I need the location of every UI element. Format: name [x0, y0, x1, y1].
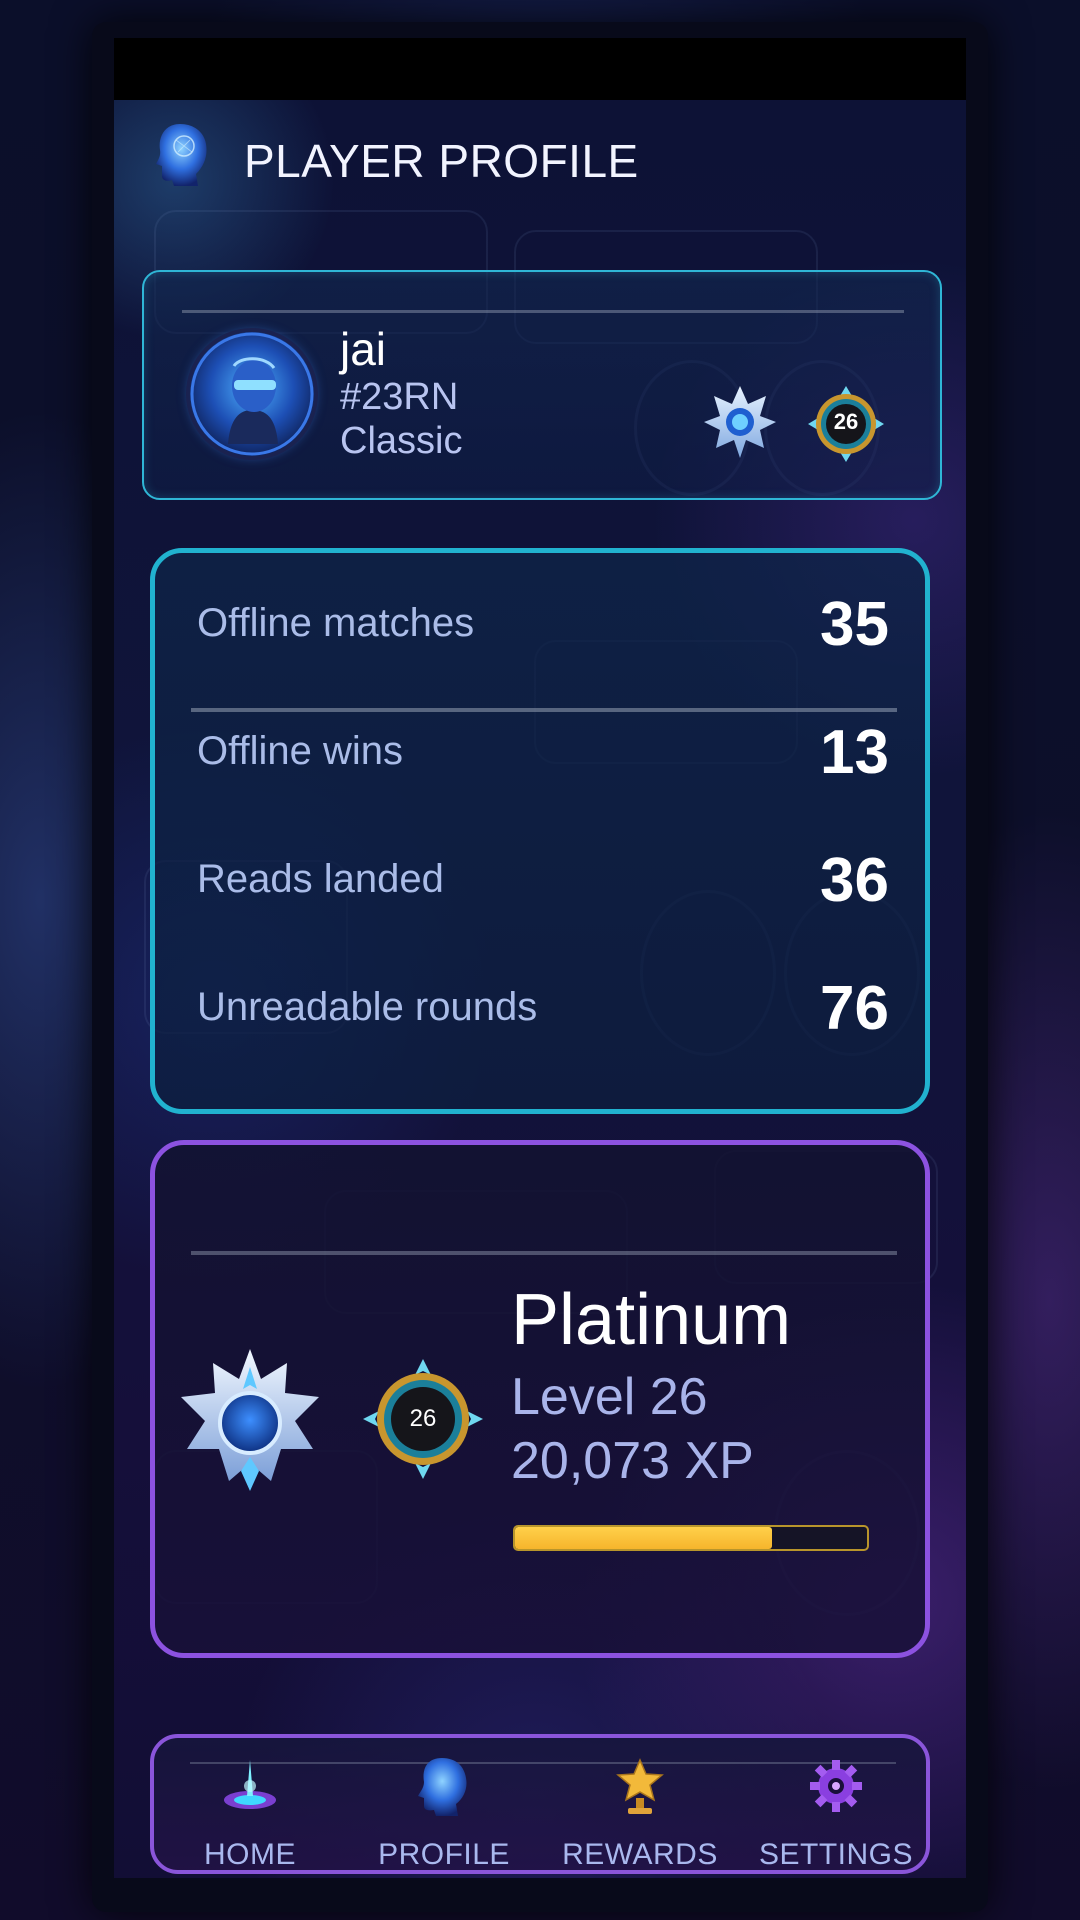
stat-row: Unreadable rounds 76 — [197, 967, 889, 1047]
player-identity-card: jai #23RN Classic 26 — [142, 270, 942, 500]
gear-icon — [810, 1760, 862, 1812]
stat-label: Offline wins — [197, 729, 404, 773]
stat-value: 13 — [820, 718, 889, 787]
rank-tier: Platinum — [511, 1280, 792, 1360]
trophy-icon — [616, 1758, 664, 1814]
level-badge-number: 26 — [409, 1405, 437, 1432]
nav-label: SETTINGS — [758, 1838, 913, 1871]
level-badge: 26 — [361, 1357, 485, 1481]
stat-label: Reads landed — [197, 857, 444, 901]
xp-progress-fill — [515, 1527, 772, 1549]
rank-card: 26 Platinum Level 26 20,073 XP — [150, 1140, 930, 1658]
stat-row: Offline wins 13 — [197, 711, 889, 791]
level-badge: 26 — [806, 384, 886, 464]
stat-value: 35 — [820, 590, 889, 659]
stat-row: Reads landed 36 — [197, 839, 889, 919]
stat-label: Unreadable rounds — [197, 985, 538, 1029]
rank-emblem-icon — [704, 386, 776, 458]
level-badge-number: 26 — [833, 409, 859, 434]
xp-progress-bar — [513, 1525, 869, 1551]
stat-value: 36 — [820, 846, 889, 915]
nav-home[interactable]: HOME — [160, 1748, 340, 1871]
portal-icon — [224, 1760, 276, 1809]
nav-settings[interactable]: SETTINGS — [746, 1748, 926, 1871]
platinum-emblem-icon — [181, 1349, 319, 1491]
stat-label: Offline matches — [197, 601, 475, 645]
nav-label: HOME — [204, 1838, 296, 1871]
nav-profile[interactable]: PROFILE — [354, 1748, 534, 1871]
divider — [182, 310, 904, 313]
app-screen: PLAYER PROFILE jai #23RN Classic 26 Offl… — [114, 38, 966, 1878]
status-bar — [114, 38, 966, 100]
page-title: PLAYER PROFILE — [244, 135, 639, 187]
rank-level: Level 26 — [511, 1368, 708, 1426]
stats-card: Offline matches 35 Offline wins 13 Reads… — [150, 548, 930, 1114]
head-icon — [418, 1758, 467, 1816]
nav-rewards[interactable]: REWARDS — [550, 1748, 730, 1871]
nav-label: PROFILE — [378, 1838, 510, 1871]
avatar[interactable] — [190, 332, 314, 456]
player-name: jai — [340, 323, 387, 375]
player-tag: #23RN — [340, 376, 459, 418]
nav-label: REWARDS — [562, 1838, 718, 1871]
divider — [191, 1251, 897, 1255]
stat-value: 76 — [820, 974, 889, 1043]
cyborg-portrait-icon — [190, 332, 314, 456]
stat-row: Offline matches 35 — [197, 583, 889, 663]
bottom-navigation: HOME PROFILE REWARDS SETTINGS — [150, 1734, 930, 1874]
player-mode: Classic — [340, 420, 463, 462]
head-icon — [156, 124, 207, 186]
rank-xp: 20,073 XP — [511, 1432, 754, 1490]
